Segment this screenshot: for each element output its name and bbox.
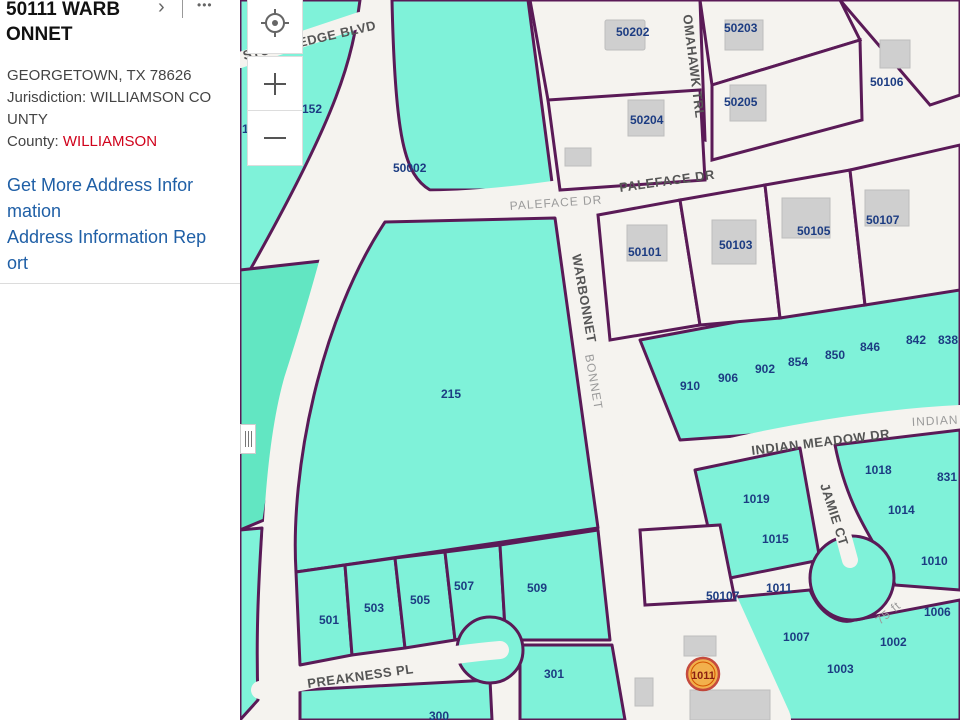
jurisdiction-cont: UNTY	[7, 111, 48, 128]
address-title-line: 50111 WARB	[6, 0, 121, 20]
selected-location-marker[interactable]: 1011	[685, 656, 721, 692]
link-text[interactable]: mation	[7, 201, 61, 221]
parcel-label: 505	[410, 593, 430, 607]
parcel[interactable]	[518, 643, 627, 720]
parcel-label: 50105	[797, 224, 831, 238]
link-text[interactable]: ort	[7, 253, 28, 273]
parcel-label: 50203	[724, 21, 758, 35]
parcel-label: 842	[906, 333, 926, 347]
parcel[interactable]	[498, 528, 612, 642]
address-information-report-link[interactable]: Address Information Rep	[7, 224, 235, 250]
building	[879, 39, 911, 69]
parcel-label: 1002	[880, 635, 907, 649]
parcel-label: 846	[860, 340, 880, 354]
address-panel: 50111 WARB ONNET › ••• GEORGETOWN, TX 78…	[0, 0, 240, 720]
parcel-label: 854	[788, 355, 808, 369]
parcel-label: 501	[319, 613, 339, 627]
parcel-label: 50107	[866, 213, 900, 227]
parcel-label: 507	[454, 579, 474, 593]
locate-button[interactable]	[247, 0, 303, 54]
parcel-label: 1018	[865, 463, 892, 477]
panel-resize-handle[interactable]	[240, 424, 256, 454]
county: County: WILLIAMSON	[7, 131, 235, 153]
parcel-label: 301	[544, 667, 564, 681]
parcel-label: 1015	[762, 532, 789, 546]
parcel-label: 1006	[924, 605, 951, 619]
parcel-label: 1011	[766, 581, 792, 595]
jurisdiction: Jurisdiction: WILLIAMSON CO	[7, 89, 212, 106]
city-state-zip: GEORGETOWN, TX 78626	[7, 67, 192, 84]
divider	[182, 0, 183, 18]
map-canvas[interactable]: STONEHEDGE BLVD PALEFACE DR PALEFACE DR …	[240, 0, 960, 720]
parcel-label: 503	[364, 601, 384, 615]
address-information-report-link-cont[interactable]: ort	[7, 250, 235, 276]
parcel-label: 1019	[743, 492, 770, 506]
minus-icon	[264, 137, 286, 139]
parcel-label: 1010	[921, 554, 948, 568]
parcel-label: 50101	[628, 245, 662, 259]
parcel-label: 50204	[630, 113, 664, 127]
parcel-label: 50002	[393, 161, 427, 175]
street-label: JAMIE CT	[817, 481, 851, 547]
get-more-address-info-link-cont[interactable]: mation	[7, 198, 235, 224]
panel-divider	[0, 283, 240, 284]
parcel-label: 50103	[719, 238, 753, 252]
link-text[interactable]: Get More Address Infor	[7, 175, 193, 195]
parcel-label: 1007	[783, 630, 810, 644]
address-title-line: ONNET	[6, 24, 73, 45]
county-value: WILLIAMSON	[62, 133, 158, 150]
parcel-label: 831	[937, 470, 957, 484]
parcel-label: 850	[825, 348, 845, 362]
address-info: GEORGETOWN, TX 78626 Jurisdiction: WILLI…	[7, 65, 235, 153]
county-label: County:	[7, 133, 63, 150]
get-more-address-info-link[interactable]: Get More Address Infor	[7, 172, 235, 198]
parcel-label: 509	[527, 581, 547, 595]
building	[683, 635, 717, 657]
plus-icon	[264, 73, 286, 95]
parcel-label: 910	[680, 379, 700, 393]
more-options-icon[interactable]: •••	[197, 0, 213, 12]
parcel-label: 50107	[706, 589, 740, 603]
parcel-label: 50205	[724, 95, 758, 109]
building	[689, 689, 771, 720]
parcel[interactable]	[763, 168, 867, 320]
building	[564, 147, 592, 167]
parcel-label: 50106	[870, 75, 904, 89]
address-title: 50111 WARB ONNET	[6, 0, 166, 47]
zoom-out-button[interactable]	[247, 110, 303, 166]
parcel-label: 902	[755, 362, 775, 376]
parcel-label: 838	[938, 333, 958, 347]
address-links: Get More Address Infor mation Address In…	[7, 172, 235, 276]
chevron-right-icon[interactable]: ›	[158, 0, 165, 19]
zoom-in-button[interactable]	[247, 56, 303, 112]
marker-label: 1011	[691, 670, 715, 682]
street-label: INDIAN	[911, 413, 958, 429]
link-text[interactable]: Address Information Rep	[7, 227, 206, 247]
parcel-label: 50202	[616, 25, 650, 39]
map-view[interactable]: STONEHEDGE BLVD PALEFACE DR PALEFACE DR …	[240, 0, 960, 720]
parcel-label: 1003	[827, 662, 854, 676]
locate-icon	[261, 9, 289, 37]
parcel-label: 152	[302, 102, 322, 116]
parcel-label: 215	[441, 387, 461, 401]
parcel-label: 906	[718, 371, 738, 385]
parcel-label: 300	[429, 709, 449, 720]
building	[634, 677, 654, 707]
parcel-label: 1014	[888, 503, 915, 517]
